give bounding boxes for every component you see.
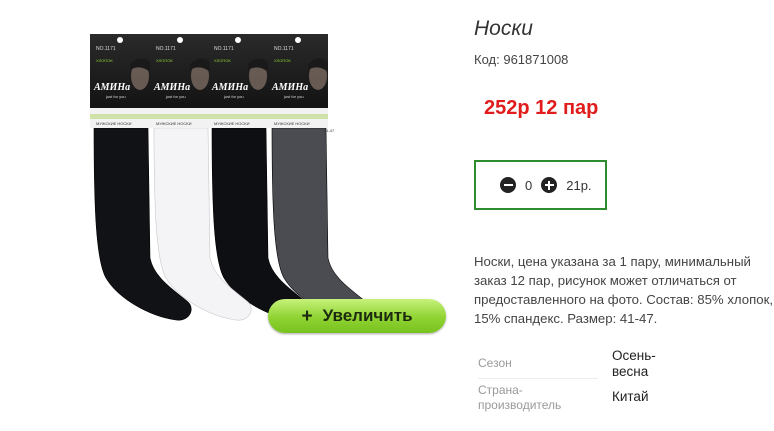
minus-icon[interactable] [500, 177, 516, 193]
package-material: ХЛОПОК [274, 58, 291, 63]
product-code-value: 961871008 [503, 52, 569, 67]
socks-illustration: NO.1171ХЛОПОКАМИНаjust for youМУЖСКИЕ НО… [90, 34, 370, 321]
package-number: NO.1171 [156, 46, 176, 52]
product-code-label: Код: [474, 52, 500, 67]
property-value: Осень- весна [612, 348, 656, 379]
brand-logo: АМИНа [211, 82, 248, 93]
package-number: NO.1171 [274, 46, 294, 52]
product-photo[interactable]: NO.1171ХЛОПОКАМИНаjust for youМУЖСКИЕ НО… [88, 28, 370, 328]
product-description: Носки, цена указана за 1 пару, минимальн… [474, 254, 773, 326]
product-gallery: NO.1171 ХЛОПОК АМИНа just for you МУЖСКИЕ НО… [0, 0, 460, 431]
package-size: 41-47 [324, 128, 335, 133]
brand-logo: АМИНа [271, 82, 308, 93]
zoom-button-label: Увеличить [322, 306, 413, 325]
package-number: NO.1171 [96, 46, 116, 52]
brand-tagline: just for you [283, 94, 304, 99]
brand-tagline: just for you [223, 94, 244, 99]
package-material: ХЛОПОК [214, 58, 231, 63]
property-label: Сезон [478, 356, 512, 370]
package-type: МУЖСКИЕ НОСКИ [96, 121, 132, 126]
product-price: 252р 12 пар [484, 97, 599, 119]
package-material: ХЛОПОК [156, 58, 173, 63]
property-value: Китай [612, 389, 649, 404]
sock-package: NO.1171 ХЛОПОК АМИНаjust for you МУЖСКИЕ НО… [268, 34, 370, 321]
brand-logo: АМИНа [93, 82, 130, 93]
unit-price: 21р. [566, 177, 592, 193]
quantity-value: 0 [525, 177, 533, 193]
property-divider [478, 378, 598, 379]
package-type: МУЖСКИЕ НОСКИ [214, 121, 250, 126]
brand-logo: АМИНа [153, 82, 190, 93]
package-material: ХЛОПОК [96, 58, 113, 63]
zoom-button[interactable]: + Увеличить [268, 299, 446, 333]
plus-icon: + [301, 305, 313, 327]
brand-tagline: just for you [165, 94, 186, 99]
plus-icon[interactable] [541, 177, 558, 193]
quantity-stepper: 0 21р. [474, 160, 607, 210]
package-type: МУЖСКИЕ НОСКИ [156, 121, 192, 126]
brand-tagline: just for you [105, 94, 126, 99]
package-type: МУЖСКИЕ НОСКИ [274, 121, 310, 126]
property-label: Страна- производитель [478, 383, 562, 412]
product-code: Код: 961871008 [474, 52, 568, 67]
package-number: NO.1171 [214, 46, 234, 52]
product-title: Носки [474, 17, 533, 40]
